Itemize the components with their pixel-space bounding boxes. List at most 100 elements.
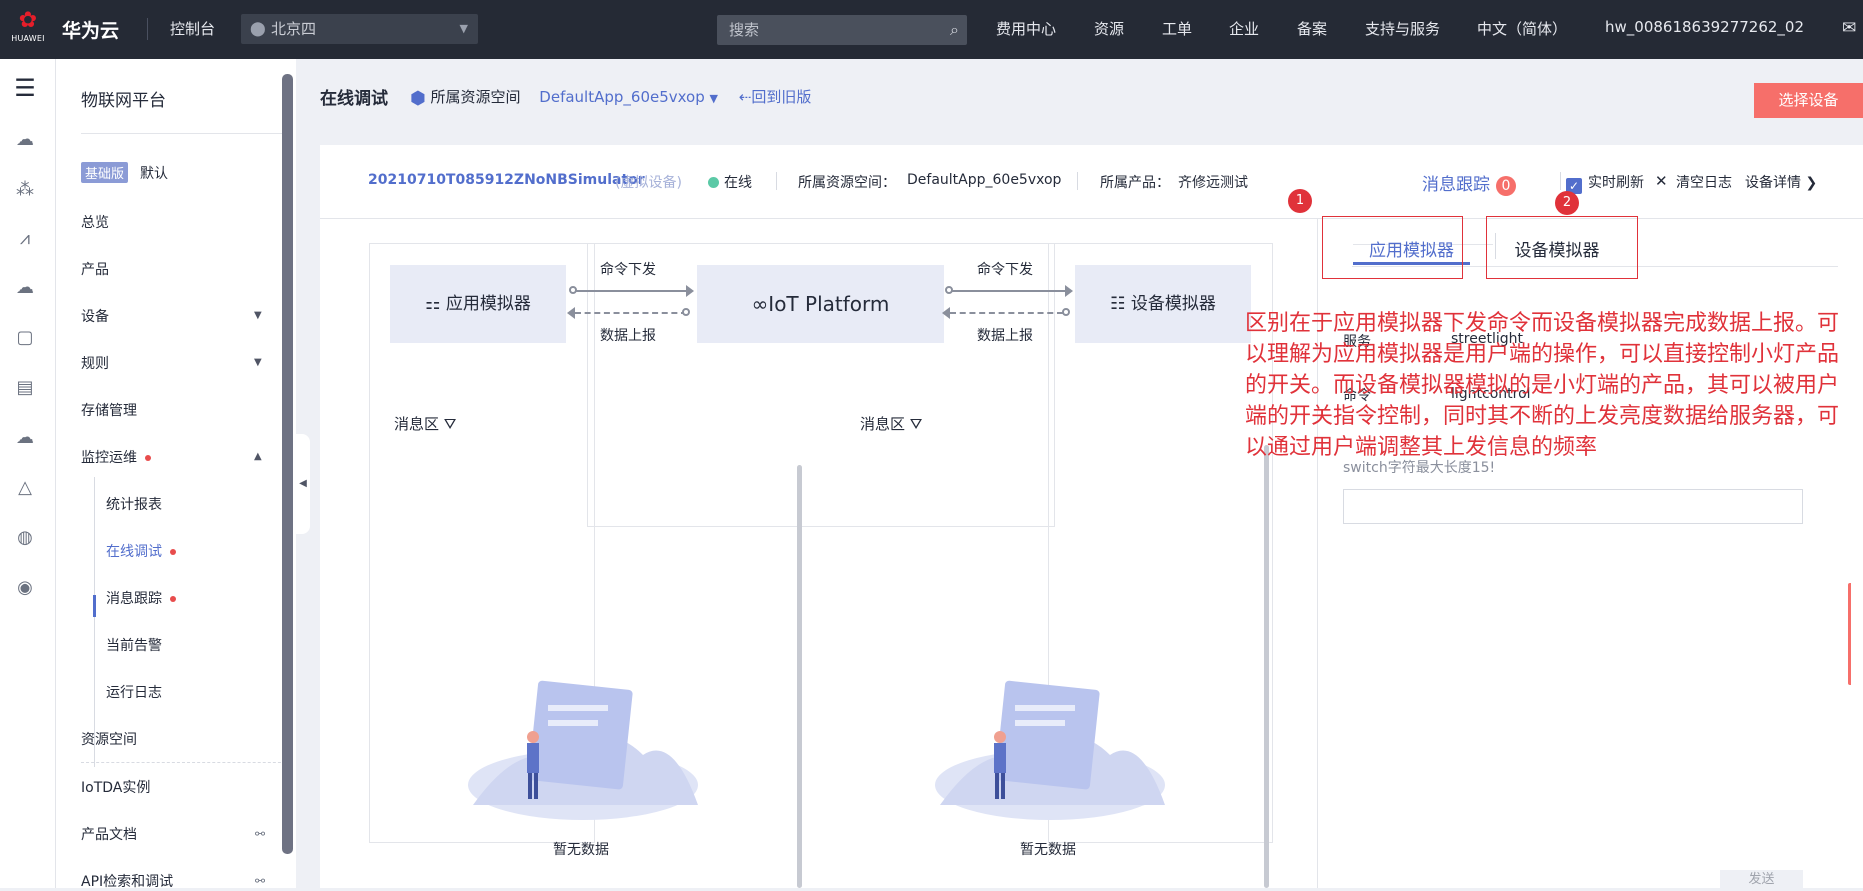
external-link-icon[interactable]: ⚯ (255, 874, 265, 888)
cluster-icon[interactable]: ⁂ (12, 177, 38, 203)
menu-icon[interactable]: ☰ (12, 75, 38, 101)
sidebar: 物联网平台 基础版 默认 总览 产品 设备 ▼ 规则 ▼ 存储管理 监控运维 ▲… (56, 59, 296, 891)
sidebar-item-iotda[interactable]: IoTDA实例 (81, 777, 150, 797)
device-icon[interactable]: ▢ (12, 325, 38, 351)
realtime-refresh-checkbox[interactable]: ✓ 实时刷新 (1566, 172, 1644, 194)
platform-label: IoT Platform (768, 292, 890, 316)
cloud-storage-icon[interactable]: ☁ (12, 275, 38, 301)
sidebar-item-product[interactable]: 产品 (81, 259, 109, 279)
region-selector[interactable]: ⬤ 北京四 ▼ (241, 14, 478, 44)
empty-data-illustration (468, 680, 698, 820)
marker-2: 2 (1555, 191, 1579, 215)
device-simulator-node: ☷ 设备模拟器 (1075, 265, 1251, 343)
product-value: 齐修远测试 (1178, 175, 1248, 191)
network-icon[interactable]: ⩘ (12, 226, 38, 252)
search-input[interactable]: 搜索 ⌕ (717, 15, 967, 45)
iot-platform-node: ∞IoT Platform (697, 265, 944, 343)
alert-dot (145, 455, 151, 461)
nav-resources[interactable]: 资源 (1094, 18, 1124, 39)
highlight-box-device-tab (1486, 216, 1638, 279)
close-icon[interactable]: ✕ (1655, 172, 1668, 190)
nav-tickets[interactable]: 工单 (1162, 18, 1192, 39)
external-link-icon[interactable]: ⚯ (255, 827, 265, 841)
report-arrow (950, 312, 1063, 314)
sidebar-subitem-stats[interactable]: 统计报表 (106, 494, 162, 514)
sidebar-item-overview[interactable]: 总览 (81, 212, 109, 232)
nav-language[interactable]: 中文（简体） (1477, 18, 1567, 39)
message-scrollbar[interactable] (797, 465, 802, 888)
detail-label: 设备详情 (1745, 175, 1801, 191)
sidebar-item-resource-space[interactable]: 资源空间 (81, 729, 137, 749)
search-icon[interactable]: ⌕ (950, 15, 959, 45)
list-icon: ☷ (1110, 294, 1126, 314)
sidebar-scrollbar[interactable] (282, 74, 293, 854)
cloud-icon[interactable]: ☁ (12, 425, 38, 451)
annotation-note: 区别在于应用模拟器下发命令而设备模拟器完成数据上报。可以理解为应用模拟器是用户端… (1245, 311, 1840, 460)
sidebar-item-monitor[interactable]: 监控运维 (81, 447, 151, 467)
virtual-device-tag: (虚拟设备) (615, 175, 682, 191)
collapse-sidebar-button[interactable]: ◀ (296, 434, 310, 534)
sidebar-subitem-alarms[interactable]: 当前告警 (106, 635, 162, 655)
globe-icon[interactable]: ◍ (12, 525, 38, 551)
select-device-button[interactable]: 选择设备 (1754, 83, 1863, 118)
message-trace-link[interactable]: 消息跟踪 0 (1422, 170, 1516, 196)
sidebar-item-api[interactable]: API检索和调试 (81, 871, 173, 891)
dev-sim-label: 设备模拟器 (1130, 294, 1216, 314)
sidebar-subitem-online-debug[interactable]: 在线调试 (106, 541, 176, 561)
mail-icon[interactable]: ✉ (1842, 18, 1856, 38)
product-label: 所属产品： (1100, 175, 1170, 191)
status-badge: 在线 (708, 172, 752, 192)
empty-data-illustration (935, 680, 1165, 820)
sidebar-item-rules[interactable]: 规则 (81, 353, 109, 373)
device-detail-link[interactable]: 设备详情 ❯ (1745, 172, 1817, 192)
status-label: 在线 (724, 175, 752, 191)
divider (81, 133, 291, 134)
clear-log-button[interactable]: 清空日志 (1676, 172, 1732, 192)
top-navbar: ✿ HUAWEI 华为云 控制台 ⬤ 北京四 ▼ 搜索 ⌕ 费用中心 资源 工单… (0, 0, 1863, 59)
console-link[interactable]: 控制台 (170, 18, 215, 39)
report-arrow (575, 312, 687, 314)
command-arrow (576, 290, 686, 292)
nav-support[interactable]: 支持与服务 (1365, 18, 1440, 39)
sidebar-title: 物联网平台 (81, 91, 166, 111)
app-selector[interactable]: DefaultApp_60e5vxop ▼ (539, 88, 718, 106)
nav-filing[interactable]: 备案 (1297, 18, 1327, 39)
chevron-down-icon[interactable]: ▼ (254, 357, 262, 368)
document-icon[interactable]: ▤ (12, 375, 38, 401)
arrow-head (567, 307, 575, 319)
side-tab-edge[interactable] (1848, 583, 1863, 685)
nav-enterprise[interactable]: 企业 (1229, 18, 1259, 39)
submenu-guide (94, 477, 95, 767)
sidebar-item-storage[interactable]: 存储管理 (81, 400, 137, 420)
device-id[interactable]: 20210710T085912ZNoNBSimulator (368, 172, 645, 188)
device-message-area-title: 消息区 ⛛ (860, 413, 922, 434)
sidebar-item-label: 在线调试 (106, 544, 162, 560)
arrow-head (1065, 285, 1073, 297)
sidebar-item-docs[interactable]: 产品文档 (81, 824, 137, 844)
chevron-up-icon[interactable]: ▲ (254, 451, 262, 462)
nav-username[interactable]: hw_008618639277262_02 (1605, 18, 1804, 36)
device-info-bar: 20210710T085912ZNoNBSimulator (虚拟设备) 在线 … (320, 145, 1863, 219)
pyramid-icon[interactable]: △ (12, 475, 38, 501)
brand-name[interactable]: 华为云 (62, 16, 119, 43)
filter-icon[interactable]: ⛛ (444, 415, 457, 433)
back-to-old-link[interactable]: ⇠回到旧版 (739, 88, 812, 106)
nav-billing[interactable]: 费用中心 (996, 18, 1056, 39)
data-up-label: 数据上报 (600, 328, 656, 344)
command-arrow (952, 290, 1065, 292)
huawei-logo[interactable]: ✿ HUAWEI (10, 8, 46, 52)
sidebar-subitem-msg-trace[interactable]: 消息跟踪 (106, 588, 176, 608)
ip-icon[interactable]: ◉ (12, 575, 38, 601)
switch-input[interactable] (1343, 489, 1803, 524)
sidebar-subitem-logs[interactable]: 运行日志 (106, 682, 162, 702)
filter-icon[interactable]: ⛛ (910, 415, 923, 433)
chevron-down-icon[interactable]: ▼ (254, 310, 262, 321)
sidebar-item-label: 消息跟踪 (106, 591, 162, 607)
send-button[interactable]: 发送 (1720, 870, 1803, 890)
alert-dot (170, 549, 176, 555)
cloud-server-icon[interactable]: ☁ (12, 127, 38, 153)
cube-icon: ⬢ (410, 88, 426, 109)
sidebar-item-device[interactable]: 设备 (81, 306, 109, 326)
marker-1: 1 (1288, 189, 1312, 213)
message-scrollbar[interactable] (1264, 445, 1269, 888)
